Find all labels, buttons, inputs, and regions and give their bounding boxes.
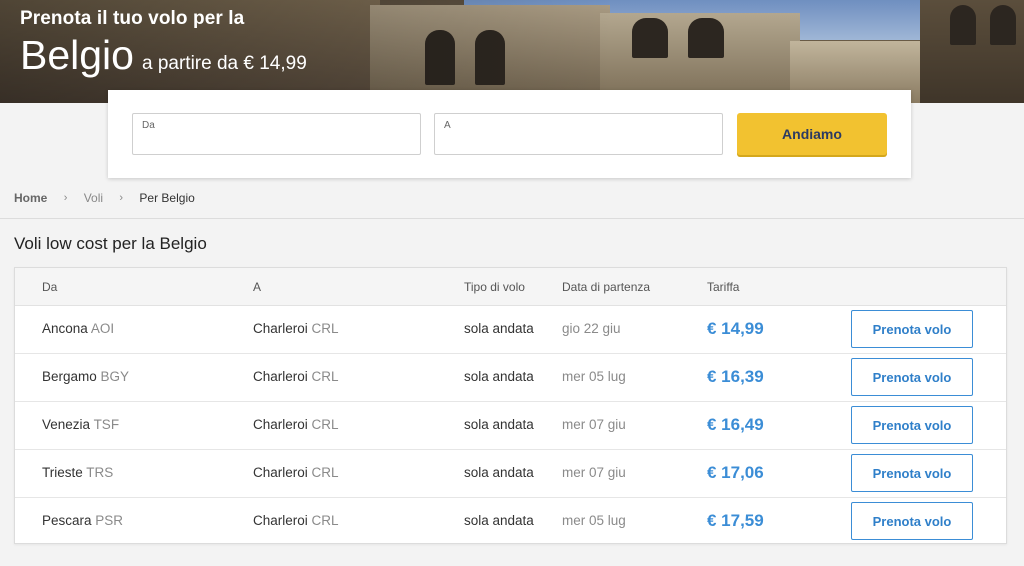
fare-price: € 17,59 [707,511,764,530]
from-cell: Venezia TSF [42,417,119,432]
to-city: Charleroi [253,369,308,384]
table-row: Venezia TSF Charleroi CRL sola andata me… [15,402,1006,450]
column-header-date: Data di partenza [562,280,651,294]
departure-date: mer 05 lug [562,369,626,384]
flight-type: sola andata [464,417,534,432]
section-title: Voli low cost per la Belgio [14,234,207,253]
column-header-from: Da [42,280,58,294]
book-flight-button[interactable]: Prenota volo [851,502,973,540]
breadcrumb-voli-link[interactable]: Voli [84,191,103,205]
from-cell: Trieste TRS [42,465,113,480]
table-row: Ancona AOI Charleroi CRL sola andata gio… [15,306,1006,354]
hero-country: Belgio [20,32,134,78]
from-city: Pescara [42,513,92,528]
table-header: Da A Tipo di volo Data di partenza Tarif… [15,268,1006,306]
to-code: CRL [311,321,339,336]
fare-price: € 16,49 [707,415,764,434]
book-flight-button[interactable]: Prenota volo [851,358,973,396]
breadcrumb: Home › Voli › Per Belgio [14,191,195,205]
from-cell: Ancona AOI [42,321,114,336]
fare-price: € 17,06 [707,463,764,482]
from-code: TSF [93,417,120,432]
flight-type: sola andata [464,465,534,480]
from-city: Ancona [42,321,88,336]
to-city: Charleroi [253,321,308,336]
fare-price: € 16,39 [707,367,764,386]
hero-price-from: a partire da € 14,99 [141,53,307,74]
to-city: Charleroi [253,465,308,480]
from-code: AOI [90,321,115,336]
breadcrumb-home-link[interactable]: Home [14,191,47,205]
to-code: CRL [311,417,339,432]
fare-price: € 14,99 [707,319,764,338]
book-flight-button[interactable]: Prenota volo [851,454,973,492]
flight-type: sola andata [464,369,534,384]
breadcrumb-separator-icon: › [63,192,68,204]
table-row: Trieste TRS Charleroi CRL sola andata me… [15,450,1006,498]
column-header-price: Tariffa [707,280,740,294]
to-cell: Charleroi CRL [253,321,339,336]
book-flight-button[interactable]: Prenota volo [851,310,973,348]
column-header-to: A [253,280,262,294]
from-city: Venezia [42,417,91,432]
hero-subtitle: Prenota il tuo volo per la [20,8,245,29]
hero-title: Belgio a partire da € 14,99 [20,32,307,79]
to-city: Charleroi [253,513,308,528]
departure-date: gio 22 giu [562,321,621,336]
to-input[interactable] [443,132,713,152]
departure-date: mer 07 giu [562,465,626,480]
flights-table: Da A Tipo di volo Data di partenza Tarif… [14,267,1007,544]
from-city: Trieste [42,465,83,480]
from-code: TRS [86,465,114,480]
from-field[interactable]: Da [132,113,421,155]
to-city: Charleroi [253,417,308,432]
breadcrumb-separator-icon: › [119,192,124,204]
departure-date: mer 05 lug [562,513,626,528]
flight-type: sola andata [464,513,534,528]
to-cell: Charleroi CRL [253,417,339,432]
table-row: Bergamo BGY Charleroi CRL sola andata me… [15,354,1006,402]
to-field[interactable]: A [434,113,723,155]
from-city: Bergamo [42,369,97,384]
table-row: Pescara PSR Charleroi CRL sola andata me… [15,498,1006,546]
to-code: CRL [311,465,339,480]
from-cell: Bergamo BGY [42,369,129,384]
to-code: CRL [311,513,339,528]
breadcrumb-current: Per Belgio [139,191,195,205]
from-code: BGY [100,369,130,384]
to-cell: Charleroi CRL [253,513,339,528]
departure-date: mer 07 giu [562,417,626,432]
divider [0,218,1024,219]
from-field-label: Da [142,120,155,131]
hero-banner: Prenota il tuo volo per la Belgio a parti… [0,0,1024,103]
column-header-type: Tipo di volo [464,280,525,294]
from-input[interactable] [141,132,411,152]
search-button[interactable]: Andiamo [737,113,887,155]
to-cell: Charleroi CRL [253,465,339,480]
to-field-label: A [444,120,451,131]
from-code: PSR [95,513,124,528]
search-form: Da A Andiamo [108,90,911,178]
to-code: CRL [311,369,339,384]
from-cell: Pescara PSR [42,513,123,528]
to-cell: Charleroi CRL [253,369,339,384]
book-flight-button[interactable]: Prenota volo [851,406,973,444]
flight-type: sola andata [464,321,534,336]
